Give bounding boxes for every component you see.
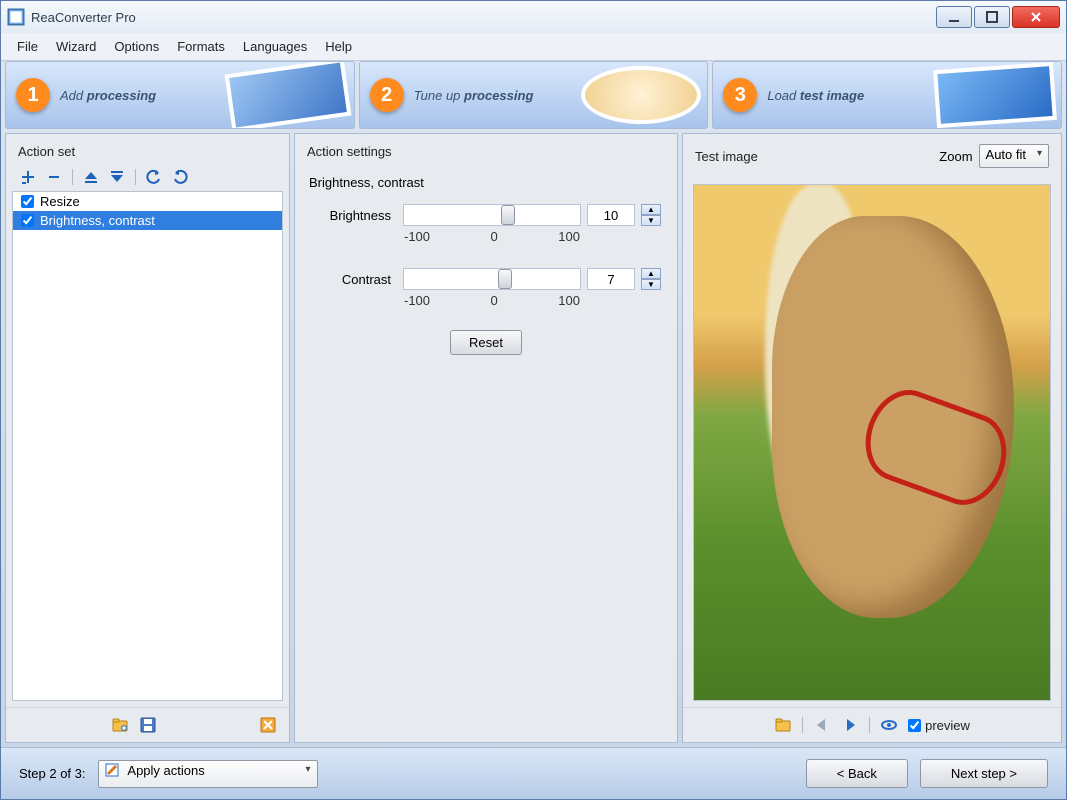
zoom-select[interactable]: Auto fit [979,144,1049,168]
bottom-bar: Step 2 of 3: Apply actions < Back Next s… [1,747,1066,799]
preview-body [683,178,1061,707]
step-2-number: 2 [370,78,404,112]
move-up-icon[interactable] [83,169,99,185]
menubar: File Wizard Options Formats Languages He… [1,33,1066,61]
pencil-icon [105,763,119,777]
test-image-header: Test image Zoom Auto fit [683,134,1061,178]
menu-file[interactable]: File [9,37,46,56]
move-down-icon[interactable] [109,169,125,185]
step-1-art [224,61,351,129]
contrast-label: Contrast [309,272,397,287]
app-icon [7,8,25,26]
action-item-brightness-contrast[interactable]: Brightness, contrast [13,211,282,230]
next-button[interactable]: Next step > [920,759,1048,788]
contrast-slider[interactable]: -100 0 100 [403,268,581,290]
contrast-thumb [498,269,512,289]
step-2-art [581,66,701,124]
close-button[interactable] [1012,6,1060,28]
clear-set-icon[interactable] [259,716,277,734]
action-item-resize-label: Resize [40,194,80,209]
app-window: ReaConverter Pro File Wizard Options For… [0,0,1067,800]
action-set-panel: Action set Resize Brightness, c [5,133,290,743]
action-settings-panel: Action settings Brightness, contrast Bri… [294,133,678,743]
test-image-title: Test image [695,149,758,164]
contrast-row: Contrast -100 0 100 ▲ ▼ [309,268,663,290]
action-set-title: Action set [18,144,75,159]
next-image-icon[interactable] [841,716,859,734]
menu-help[interactable]: Help [317,37,360,56]
titlebar: ReaConverter Pro [1,1,1066,33]
test-image-footer: preview [683,707,1061,742]
preview-checkbox[interactable] [908,719,921,732]
contrast-spinner: ▲ ▼ [641,268,661,290]
test-image-panel: Test image Zoom Auto fit [682,133,1062,743]
step-3-art [933,62,1057,128]
back-button[interactable]: < Back [806,759,908,788]
step-counter: Step 2 of 3: [19,766,86,781]
action-set-header: Action set [6,134,289,169]
action-item-resize-checkbox[interactable] [21,195,34,208]
prev-image-icon[interactable] [813,716,831,734]
action-set-footer [6,707,289,742]
undo-icon[interactable] [146,169,162,185]
brightness-thumb [501,205,515,225]
action-settings-header: Action settings [295,134,677,169]
redo-icon[interactable] [172,169,188,185]
brightness-spin-up[interactable]: ▲ [641,204,661,215]
reset-button[interactable]: Reset [450,330,522,355]
menu-formats[interactable]: Formats [169,37,233,56]
save-set-icon[interactable] [139,716,157,734]
menu-languages[interactable]: Languages [235,37,315,56]
main-columns: Action set Resize Brightness, c [1,129,1066,747]
step-header-row: 1 Add processing 2 Tune up processing 3 … [1,61,1066,129]
step-1-header: 1 Add processing [5,61,355,129]
action-item-brightness-contrast-checkbox[interactable] [21,214,34,227]
action-settings-title: Action settings [307,144,392,159]
step-2-label: Tune up processing [414,88,534,103]
action-item-brightness-contrast-label: Brightness, contrast [40,213,155,228]
preview-toggle-label: preview [925,718,970,733]
menu-options[interactable]: Options [106,37,167,56]
action-set-toolbar [6,169,289,191]
step-2-header: 2 Tune up processing [359,61,709,129]
brightness-row: Brightness -100 0 100 ▲ ▼ [309,204,663,226]
brightness-label: Brightness [309,208,397,223]
step-1-label: Add processing [60,88,156,103]
step-3-label: Load test image [767,88,864,103]
zoom-label: Zoom [939,149,972,164]
remove-action-icon[interactable] [46,169,62,185]
load-set-icon[interactable] [111,716,129,734]
add-action-icon[interactable] [20,169,36,185]
step-3-number: 3 [723,78,757,112]
action-settings-body: Brightness, contrast Brightness -100 0 1… [295,169,677,742]
brightness-value[interactable] [587,204,635,226]
maximize-button[interactable] [974,6,1010,28]
step-3-header: 3 Load test image [712,61,1062,129]
minimize-button[interactable] [936,6,972,28]
step-1-number: 1 [16,78,50,112]
brightness-spinner: ▲ ▼ [641,204,661,226]
action-list: Resize Brightness, contrast [12,191,283,701]
menu-wizard[interactable]: Wizard [48,37,104,56]
window-title: ReaConverter Pro [31,10,136,25]
contrast-spin-up[interactable]: ▲ [641,268,661,279]
preview-toggle[interactable]: preview [908,718,970,733]
contrast-value[interactable] [587,268,635,290]
action-item-resize[interactable]: Resize [13,192,282,211]
open-image-icon[interactable] [774,716,792,734]
step-dropdown[interactable]: Apply actions [98,760,318,788]
preview-image[interactable] [693,184,1051,701]
refresh-preview-icon[interactable] [880,716,898,734]
action-settings-section: Brightness, contrast [309,175,663,190]
brightness-spin-down[interactable]: ▼ [641,215,661,226]
contrast-spin-down[interactable]: ▼ [641,279,661,290]
brightness-slider[interactable]: -100 0 100 [403,204,581,226]
